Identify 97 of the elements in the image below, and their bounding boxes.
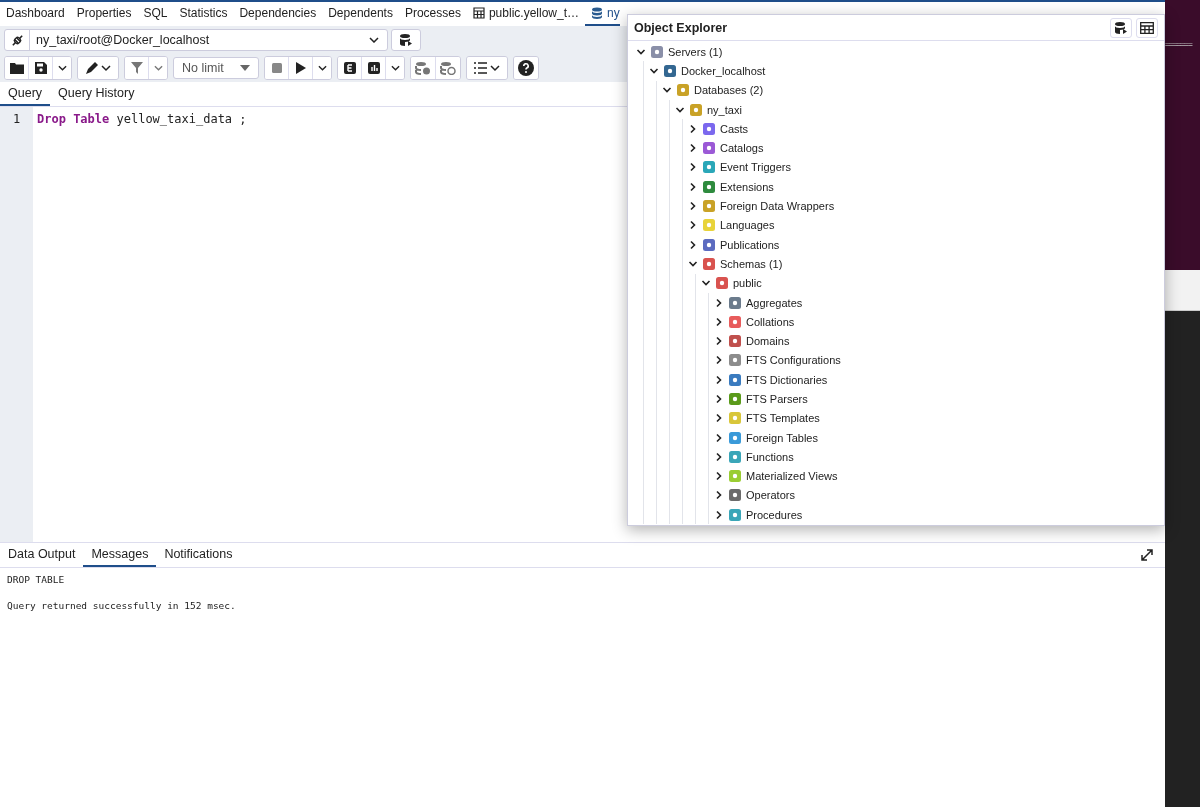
- panel-tab[interactable]: Processes: [398, 2, 467, 26]
- tree-item[interactable]: Extensions: [720, 180, 774, 193]
- panel-tab[interactable]: Statistics: [173, 2, 234, 26]
- tree-item[interactable]: FTS Dictionaries: [746, 373, 828, 386]
- help-icon: [518, 60, 534, 76]
- open-file-button[interactable]: [5, 57, 29, 79]
- panel-tab[interactable]: Dependencies: [233, 2, 323, 26]
- help-button[interactable]: [514, 57, 538, 79]
- caret-icon: [240, 65, 250, 71]
- chevron-down-icon: [390, 65, 400, 71]
- tree-item[interactable]: Publications: [720, 238, 780, 251]
- edit-menu-button[interactable]: [78, 57, 118, 79]
- tree-item[interactable]: ny_taxi: [707, 103, 742, 116]
- database-run-icon: [399, 33, 413, 47]
- output-tab[interactable]: Notifications: [156, 543, 241, 567]
- tree-toggle-icon[interactable]: [688, 123, 698, 134]
- tree-toggle-icon[interactable]: [688, 181, 698, 192]
- row-limit-dropdown[interactable]: No limit: [173, 57, 259, 79]
- tree-toggle-icon[interactable]: [714, 490, 724, 501]
- new-connection-button[interactable]: [391, 29, 421, 51]
- editor-tab[interactable]: Query History: [50, 82, 143, 106]
- tree-toggle-icon[interactable]: [714, 355, 724, 366]
- tree-toggle-icon[interactable]: [714, 394, 724, 404]
- tree-item[interactable]: Catalogs: [720, 142, 764, 155]
- panel-tab[interactable]: Dependents: [322, 2, 399, 26]
- connection-dropdown[interactable]: ny_taxi/root@Docker_localhost: [4, 29, 388, 51]
- tree-toggle-icon[interactable]: [688, 143, 698, 154]
- tree-toggle-icon[interactable]: [714, 316, 724, 327]
- macros-button[interactable]: [467, 57, 507, 79]
- stop-icon: [271, 63, 282, 73]
- message-text: Query returned successfully in 152 msec.: [7, 600, 236, 611]
- message-text: DROP TABLE: [7, 574, 65, 585]
- tree-item[interactable]: Collations: [746, 315, 795, 328]
- explain-button[interactable]: [338, 57, 362, 79]
- table-icon: [1140, 21, 1154, 34]
- tree-item[interactable]: public: [733, 277, 762, 290]
- tree-item[interactable]: Domains: [746, 335, 790, 348]
- pencil-icon: [85, 61, 111, 75]
- database-run-icon: [1114, 20, 1128, 35]
- line-number: 1: [11, 112, 22, 128]
- output-tab[interactable]: Messages: [83, 543, 157, 567]
- tree-item[interactable]: Docker_localhost: [681, 64, 766, 77]
- expand-icon: [1141, 549, 1153, 561]
- tree-item[interactable]: Procedures: [746, 508, 803, 521]
- tree-toggle-icon[interactable]: [688, 162, 698, 173]
- tree-item[interactable]: Databases (2): [694, 84, 764, 97]
- tree-toggle-icon[interactable]: [714, 374, 724, 385]
- tree-toggle-icon[interactable]: [714, 451, 724, 462]
- tree-item[interactable]: FTS Parsers: [746, 393, 808, 405]
- funnel-icon: [130, 62, 143, 74]
- panel-tab[interactable]: public.yellow_t…: [466, 2, 585, 26]
- view-data-button[interactable]: [1136, 17, 1158, 38]
- panel-tab[interactable]: Dashboard: [0, 2, 71, 26]
- table-icon: [472, 7, 485, 19]
- tree-item[interactable]: Foreign Tables: [746, 431, 818, 444]
- chevron-down-icon: [153, 65, 163, 71]
- tree-item[interactable]: Casts: [720, 122, 749, 135]
- terminal-text: =======: [1165, 40, 1192, 49]
- tree-item[interactable]: Functions: [746, 450, 794, 463]
- tree-toggle-icon[interactable]: [714, 336, 724, 347]
- database-icon: [591, 7, 603, 19]
- tree-toggle-icon[interactable]: [714, 297, 724, 308]
- filter-button[interactable]: [125, 57, 149, 79]
- folder-icon: [9, 62, 24, 74]
- commit-button[interactable]: [411, 57, 436, 79]
- plug-icon: [9, 32, 25, 48]
- chevron-down-icon: [57, 65, 67, 71]
- tree-item[interactable]: Operators: [746, 489, 795, 502]
- tree-toggle-icon[interactable]: [688, 239, 698, 250]
- play-icon: [295, 62, 306, 74]
- output-tab[interactable]: Data Output: [0, 543, 84, 567]
- code-line: Drop Table yellow_taxi_data ;: [37, 112, 247, 126]
- explain-icon: [343, 62, 356, 74]
- tree-item[interactable]: Servers (1): [668, 45, 723, 58]
- tree-item[interactable]: Schemas (1): [720, 257, 783, 270]
- bar-chart-icon: [367, 62, 380, 74]
- toolbar-strip: [1165, 270, 1200, 311]
- tree-item[interactable]: Materialized Views: [746, 470, 838, 483]
- tree-item[interactable]: Event Triggers: [720, 161, 791, 174]
- tree-item[interactable]: FTS Templates: [746, 412, 820, 425]
- tree-item[interactable]: Languages: [720, 219, 775, 232]
- panel-tab[interactable]: SQL: [137, 2, 174, 26]
- chevron-down-icon: [369, 37, 379, 43]
- tree-item[interactable]: Aggregates: [746, 296, 803, 309]
- chevron-down-icon: [317, 65, 327, 71]
- tree-toggle-icon[interactable]: [714, 413, 724, 424]
- tree-item[interactable]: FTS Configurations: [746, 354, 841, 367]
- tree-toggle-icon[interactable]: [688, 201, 698, 211]
- list-icon: [474, 62, 500, 74]
- tree-toggle-icon[interactable]: [714, 432, 724, 443]
- tree-toggle-icon[interactable]: [688, 220, 698, 231]
- tree-toggle-icon[interactable]: [714, 509, 724, 520]
- panel-tab[interactable]: Properties: [70, 2, 138, 26]
- tree-item[interactable]: Foreign Data Wrappers: [720, 200, 835, 212]
- panel-title: Object Explorer: [634, 20, 729, 35]
- query-tool-button[interactable]: [1110, 17, 1132, 38]
- tree-toggle-icon[interactable]: [714, 471, 724, 482]
